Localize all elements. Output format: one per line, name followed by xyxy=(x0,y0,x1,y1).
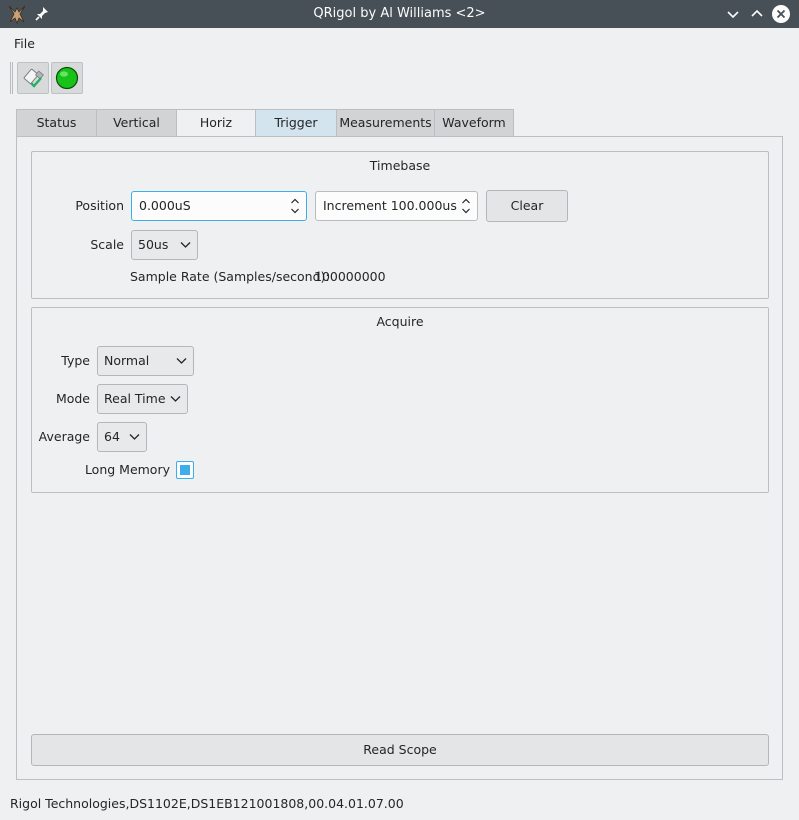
tab-waveform[interactable]: Waveform xyxy=(434,109,514,137)
toolbar-grip[interactable] xyxy=(10,62,13,94)
tab-vertical[interactable]: Vertical xyxy=(96,109,177,137)
position-spinbox[interactable]: 0.000uS xyxy=(131,191,307,221)
tab-trigger[interactable]: Trigger xyxy=(255,109,337,137)
timebase-title: Timebase xyxy=(369,158,431,173)
type-combo[interactable]: Normal xyxy=(97,346,194,376)
read-scope-button[interactable]: Read Scope xyxy=(31,734,769,766)
window-titlebar: QRigol by Al Williams <2> xyxy=(0,0,799,28)
horiz-panel: Timebase Position 0.000uS Increment 100.… xyxy=(16,136,783,780)
mode-combo[interactable]: Real Time xyxy=(97,384,188,414)
spin-arrows-icon[interactable] xyxy=(290,197,300,215)
mode-value: Real Time xyxy=(104,391,166,406)
timebase-group: Timebase Position 0.000uS Increment 100.… xyxy=(31,151,769,299)
spin-arrows-icon[interactable] xyxy=(461,197,471,215)
chevron-down-icon xyxy=(170,396,181,402)
minimize-icon[interactable] xyxy=(723,4,743,24)
long-memory-label: Long Memory xyxy=(84,462,170,477)
tab-status[interactable]: Status xyxy=(16,109,97,137)
checkbox-fill xyxy=(180,465,190,475)
scale-combo[interactable]: 50us xyxy=(131,230,198,260)
chevron-down-icon xyxy=(129,434,140,440)
long-memory-checkbox[interactable] xyxy=(176,461,194,479)
average-value: 64 xyxy=(104,429,120,444)
acquire-group: Acquire Type Normal Mode Real Time Avera… xyxy=(31,307,769,493)
tab-horiz[interactable]: Horiz xyxy=(176,109,256,138)
position-value: 0.000uS xyxy=(139,198,191,213)
status-bar-text: Rigol Technologies,DS1102E,DS1EB12100180… xyxy=(10,796,404,811)
position-label: Position xyxy=(75,198,124,213)
scale-value: 50us xyxy=(138,237,169,252)
menu-file[interactable]: File xyxy=(14,36,35,51)
menu-bar: File xyxy=(0,28,799,56)
disconnect-button[interactable] xyxy=(17,62,49,94)
toolbar xyxy=(0,58,799,98)
acquire-title: Acquire xyxy=(376,314,424,329)
clear-button[interactable]: Clear xyxy=(486,190,568,222)
sample-rate-label: Sample Rate (Samples/second): xyxy=(130,269,330,284)
average-combo[interactable]: 64 xyxy=(97,422,147,452)
usb-plug-check-icon xyxy=(23,68,44,88)
green-led-icon xyxy=(55,66,79,90)
sample-rate-value: 100000000 xyxy=(314,269,386,284)
mode-label: Mode xyxy=(55,391,90,406)
run-status-button[interactable] xyxy=(51,62,83,94)
scale-label: Scale xyxy=(90,237,124,252)
maximize-icon[interactable] xyxy=(747,4,767,24)
increment-value: Increment 100.000us xyxy=(323,198,457,213)
window-title: QRigol by Al Williams <2> xyxy=(313,6,486,21)
increment-spinbox[interactable]: Increment 100.000us xyxy=(315,191,478,221)
chevron-down-icon xyxy=(176,358,187,364)
average-label: Average xyxy=(38,429,90,444)
close-icon[interactable] xyxy=(771,4,791,24)
tab-measurements[interactable]: Measurements xyxy=(336,109,435,137)
type-value: Normal xyxy=(104,353,150,368)
chevron-down-icon xyxy=(180,242,191,248)
type-label: Type xyxy=(61,353,90,368)
